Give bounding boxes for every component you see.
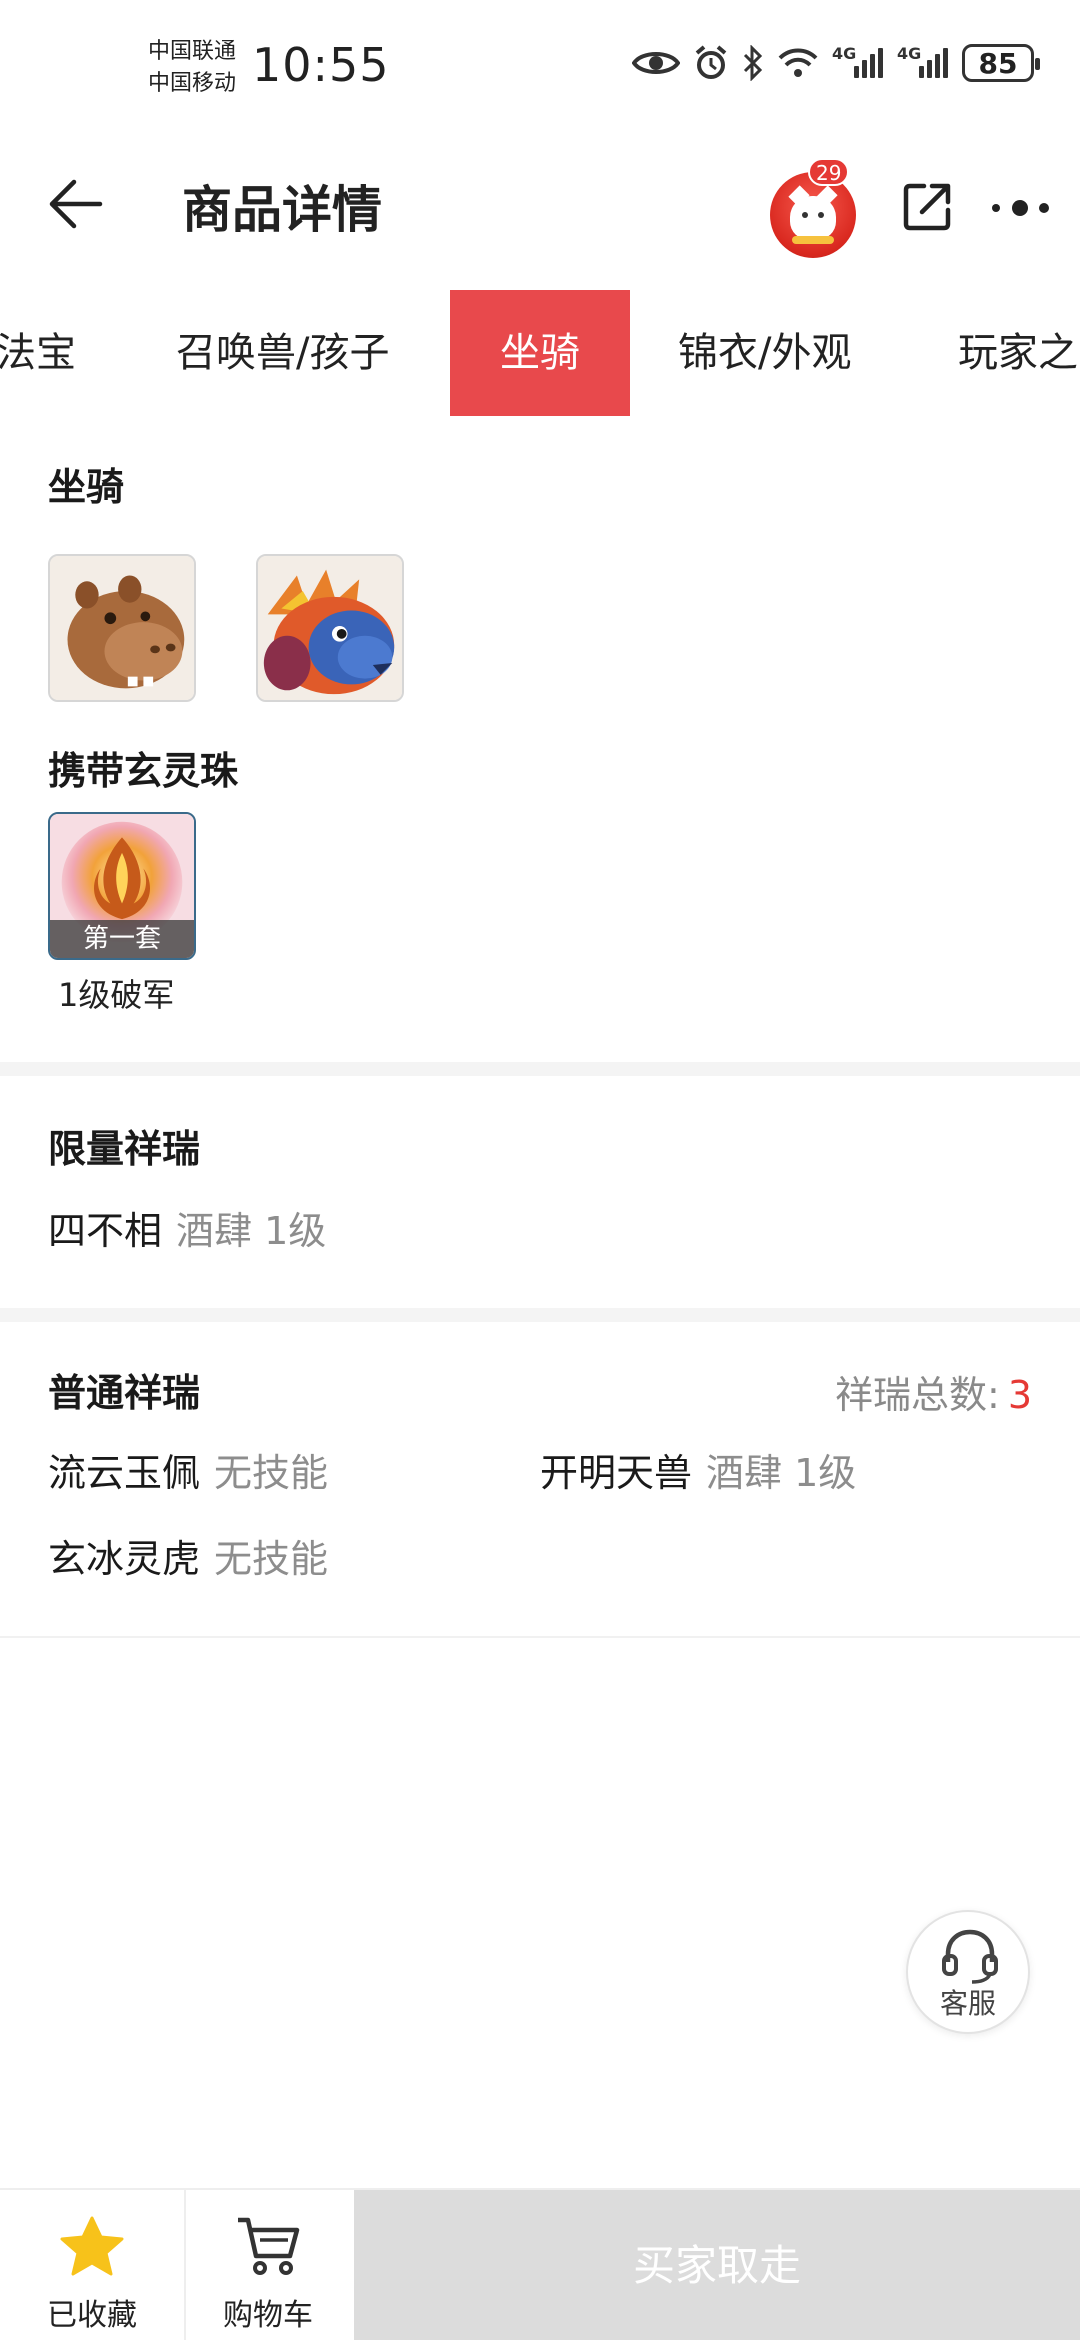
normal-item-detail: 无技能 (214, 1451, 329, 1495)
tab-outfits[interactable]: 锦衣/外观 (678, 290, 851, 416)
back-arrow-icon (49, 179, 103, 229)
auspicious-total: 祥瑞总数: 3 (835, 1364, 1032, 1419)
share-icon (903, 183, 951, 231)
normal-item: 玄冰灵虎 无技能 (48, 1528, 328, 1583)
customer-service-button[interactable]: 客服 (906, 1910, 1030, 2034)
status-icons: 4G 4G 85 (632, 44, 1040, 82)
more-icon (992, 200, 1049, 216)
pearl-set-label: 第一套 (50, 920, 194, 958)
normal-item: 开明天兽 酒肆 1级 (540, 1442, 856, 1497)
carrier-2: 中国移动 (148, 71, 237, 96)
mount-item-1[interactable] (48, 554, 196, 702)
pearl-name: 1级破军 (58, 976, 175, 1014)
message-badge: 29 (808, 158, 850, 186)
eye-icon (632, 52, 680, 74)
section-divider (0, 1308, 1080, 1322)
category-tabs: 法宝 召唤兽/孩子 坐骑 锦衣/外观 玩家之 (0, 290, 1080, 416)
pearl-item[interactable]: 第一套 (48, 812, 196, 960)
tab-treasure[interactable]: 法宝 (0, 290, 76, 416)
star-icon (60, 2216, 124, 2276)
normal-item-name: 开明天兽 (540, 1451, 693, 1495)
message-center-button[interactable]: 29 (766, 158, 856, 258)
clock: 10:55 (252, 38, 390, 92)
normal-section-title: 普通祥瑞 (48, 1371, 201, 1415)
network-type-1: 4G (832, 44, 857, 63)
wifi-icon (778, 48, 818, 77)
headset-icon (942, 1929, 998, 1984)
tab-mounts[interactable]: 坐骑 (450, 290, 630, 416)
mounts-section-title: 坐骑 (48, 465, 125, 509)
back-button[interactable] (44, 174, 124, 238)
mount-item-2[interactable] (256, 554, 404, 702)
status-bar: 中国联通 中国移动 10:55 4G 4G 85 (0, 0, 1080, 140)
favorite-label: 已收藏 (47, 2298, 137, 2333)
limited-item-name: 四不相 (48, 1209, 163, 1253)
buyer-pickup-button[interactable]: 买家取走 (354, 2190, 1080, 2340)
shopping-cart-icon (238, 2217, 300, 2275)
normal-item-detail: 酒肆 1级 (706, 1451, 857, 1495)
normal-item-name: 流云玉佩 (48, 1451, 201, 1495)
carrier-names: 中国联通 中国移动 (148, 36, 236, 100)
content-end-divider (0, 1636, 1080, 1638)
normal-item: 流云玉佩 无技能 (48, 1442, 328, 1497)
cart-button[interactable]: 购物车 (176, 2190, 360, 2340)
customer-service-label: 客服 (939, 1987, 996, 2020)
signal-icon-2: 4G (897, 44, 948, 78)
limited-item-detail: 酒肆 1级 (176, 1209, 327, 1253)
dragon-mount-icon (258, 556, 402, 700)
page-title: 商品详情 (182, 181, 382, 239)
limited-section-title: 限量祥瑞 (48, 1127, 201, 1171)
pearl-section-title: 携带玄灵珠 (48, 749, 239, 793)
hippo-mount-icon (50, 556, 194, 700)
favorite-button[interactable]: 已收藏 (0, 2190, 184, 2340)
limited-item: 四不相 酒肆 1级 (48, 1200, 326, 1255)
carrier-1: 中国联通 (148, 39, 237, 64)
normal-item-detail: 无技能 (214, 1537, 329, 1581)
battery-indicator: 85 (962, 44, 1040, 82)
more-options-button[interactable] (990, 190, 1052, 226)
app-header: 商品详情 29 (0, 140, 1080, 270)
tab-player[interactable]: 玩家之 (958, 290, 1078, 416)
bluetooth-icon (743, 45, 763, 81)
normal-item-name: 玄冰灵虎 (48, 1537, 201, 1581)
cart-label: 购物车 (223, 2298, 313, 2333)
signal-icon-1: 4G (832, 44, 883, 78)
alarm-icon (695, 45, 727, 79)
total-label: 祥瑞总数: (835, 1373, 1000, 1417)
bottom-action-bar: 已收藏 购物车 买家取走 (0, 2188, 1080, 2340)
total-value: 3 (1007, 1373, 1032, 1417)
network-type-2: 4G (897, 44, 922, 63)
mascot-avatar-icon (770, 172, 856, 258)
tab-summons-children[interactable]: 召唤兽/孩子 (176, 290, 389, 416)
battery-level: 85 (978, 46, 1018, 80)
section-divider (0, 1062, 1080, 1076)
share-button[interactable] (900, 178, 960, 238)
